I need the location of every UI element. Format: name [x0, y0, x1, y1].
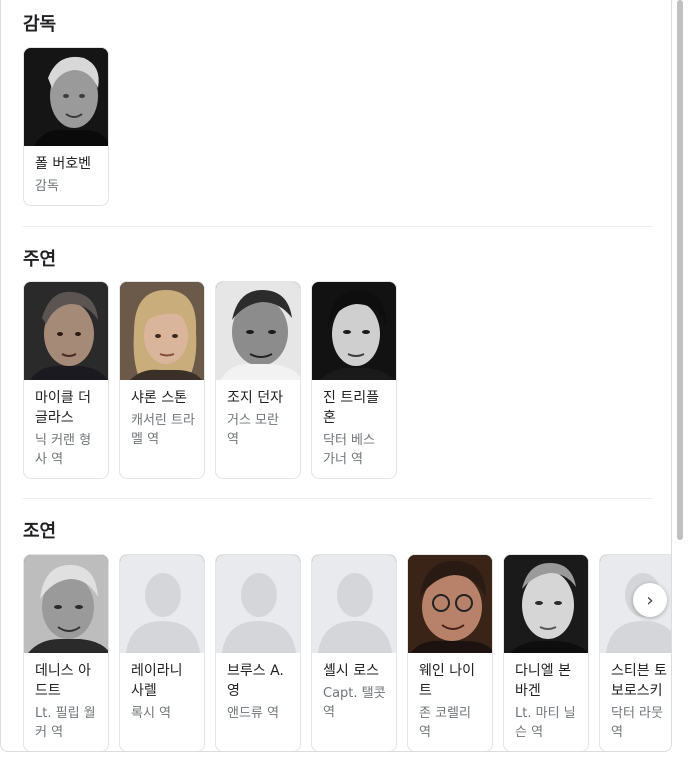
person-photo — [408, 555, 492, 653]
person-role: 록시 역 — [131, 706, 172, 721]
section-title-starring: 주연 — [23, 249, 57, 270]
person-name: 조지 던자 — [227, 390, 283, 406]
person-role: 닉 커랜 형사 역 — [35, 433, 92, 467]
person-name: 레이라니 사렐 — [131, 663, 183, 699]
person-role: 캐서린 트라멜 역 — [131, 413, 195, 447]
person-photo — [120, 282, 204, 380]
supporting-row: 데니스 아드트 Lt. 필립 월커 역 레이라니 사렐 록시 역 브루스 A. … — [23, 554, 671, 751]
person-card[interactable]: 조지 던자 거스 모란 역 — [215, 281, 301, 479]
person-role: 감독 — [35, 179, 59, 194]
section-title-director: 감독 — [23, 14, 57, 35]
person-name: 진 트리플혼 — [323, 390, 379, 426]
person-card[interactable]: 샤론 스톤 캐서린 트라멜 역 — [119, 281, 205, 479]
person-role: 닥터 라뭇 역 — [611, 706, 663, 740]
person-role: 닥터 베스 가너 역 — [323, 433, 375, 467]
person-role: Lt. 마티 닐슨 역 — [515, 706, 576, 740]
person-card[interactable]: 마이클 더글라스 닉 커랜 형사 역 — [23, 281, 109, 479]
person-card[interactable]: 셸시 로스 Capt. 탤콧 역 — [311, 554, 397, 751]
person-role: 존 코렐리 역 — [419, 706, 471, 740]
section-divider — [23, 226, 653, 227]
person-name: 샤론 스톤 — [131, 390, 187, 406]
person-photo — [24, 282, 108, 380]
person-card[interactable]: 스티븐 토보로스키 닥터 라뭇 역 — [599, 554, 671, 751]
person-photo — [24, 48, 108, 146]
person-photo — [24, 555, 108, 653]
avatar-placeholder-icon — [312, 555, 396, 653]
cast-panel: 감독 폴 버호벤 감독 주연 마이클 더글라스 닉 커랜 형사 역 샤론 스톤 … — [0, 0, 672, 752]
person-name: 폴 버호벤 — [35, 156, 91, 172]
person-card[interactable]: 웨인 나이트 존 코렐리 역 — [407, 554, 493, 751]
scrollbar-thumb[interactable] — [677, 0, 683, 540]
person-photo — [504, 555, 588, 653]
person-card[interactable]: 브루스 A. 영 앤드류 역 — [215, 554, 301, 751]
person-card[interactable]: 데니스 아드트 Lt. 필립 월커 역 — [23, 554, 109, 751]
person-card[interactable]: 폴 버호벤 감독 — [23, 47, 109, 206]
person-name: 브루스 A. 영 — [227, 663, 284, 699]
next-button[interactable]: › — [633, 583, 667, 617]
avatar-placeholder-icon — [216, 555, 300, 653]
person-role: Lt. 필립 월커 역 — [35, 706, 96, 740]
person-photo — [216, 282, 300, 380]
scrollbar[interactable] — [672, 0, 689, 765]
chevron-right-icon: › — [646, 589, 654, 611]
person-name: 데니스 아드트 — [35, 663, 91, 699]
person-card[interactable]: 진 트리플혼 닥터 베스 가너 역 — [311, 281, 397, 479]
person-name: 셸시 로스 — [323, 663, 379, 679]
section-title-supporting: 조연 — [23, 521, 57, 542]
person-name: 스티븐 토보로스키 — [611, 663, 667, 699]
person-card[interactable]: 레이라니 사렐 록시 역 — [119, 554, 205, 751]
person-role: 거스 모란 역 — [227, 413, 279, 447]
person-name: 웨인 나이트 — [419, 663, 475, 699]
section-divider — [23, 498, 653, 499]
person-photo — [312, 282, 396, 380]
person-role: 앤드류 역 — [227, 706, 279, 721]
person-name: 마이클 더글라스 — [35, 390, 91, 426]
person-name: 다니엘 본바겐 — [515, 663, 571, 699]
avatar-placeholder-icon — [120, 555, 204, 653]
person-card[interactable]: 다니엘 본바겐 Lt. 마티 닐슨 역 — [503, 554, 589, 751]
person-role: Capt. 탤콧 역 — [323, 686, 386, 720]
